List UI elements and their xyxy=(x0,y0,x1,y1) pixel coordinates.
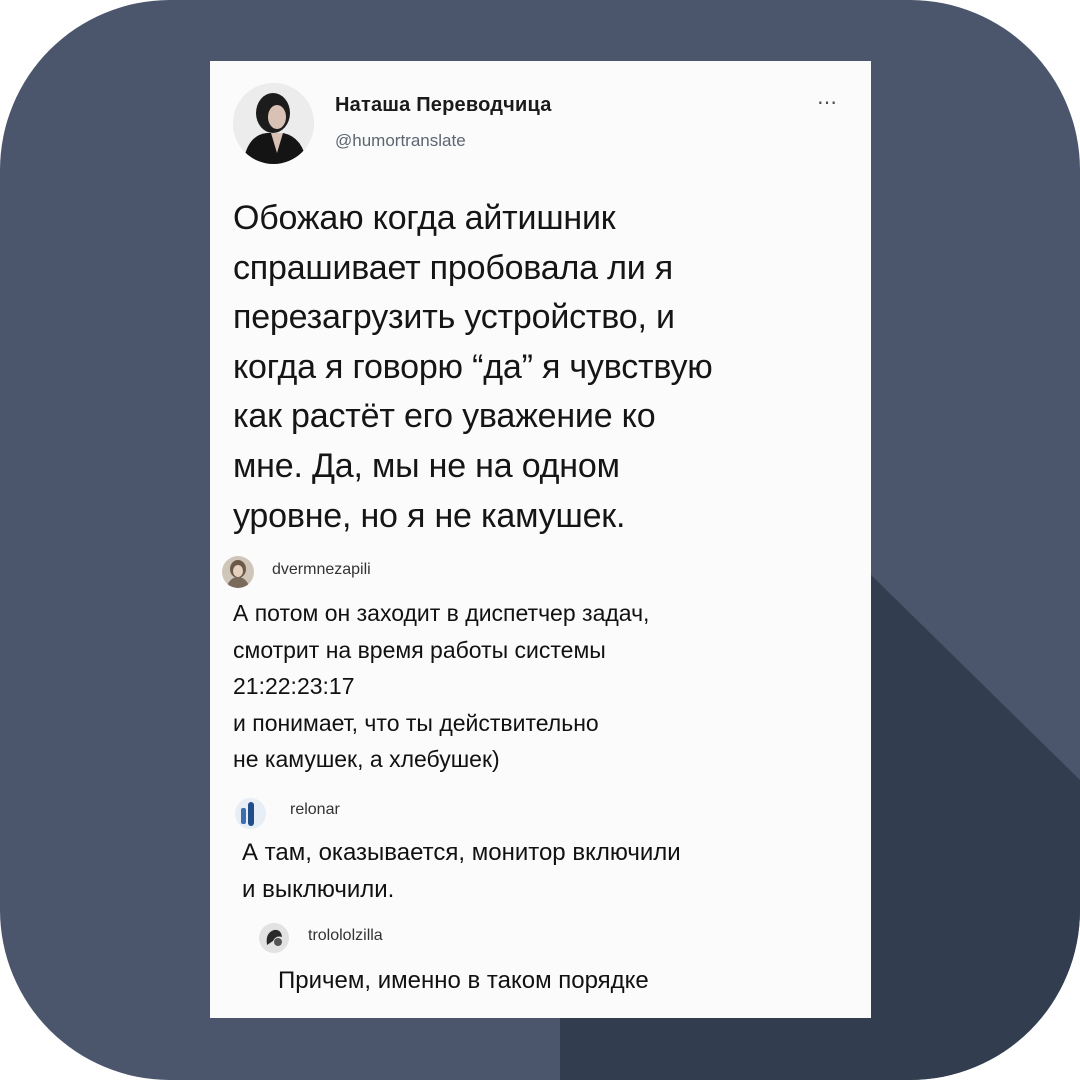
author-avatar[interactable] xyxy=(233,83,314,164)
tweet-text: Обожаю когда айтишник спрашивает пробова… xyxy=(233,199,713,535)
more-options-icon[interactable]: ⋯ xyxy=(817,93,838,113)
comment-text: А там, оказывается, монитор включили и в… xyxy=(242,839,681,903)
comment-text: Причем, именно в таком порядке xyxy=(278,967,649,994)
user-avatar-icon xyxy=(259,923,289,953)
comment-username[interactable]: trolololzilla xyxy=(308,927,383,945)
user-avatar-icon xyxy=(235,798,266,829)
tweet-card: Наташа Переводчица @humortranslate ⋯ Обо… xyxy=(210,61,871,1018)
comment-avatar-dvermnezapili[interactable] xyxy=(222,556,254,588)
author-name[interactable]: Наташа Переводчица xyxy=(335,94,552,117)
author-avatar-image xyxy=(233,83,314,164)
comment-avatar-trolololzilla[interactable] xyxy=(259,923,289,953)
comment-username[interactable]: dvermnezapili xyxy=(272,561,371,579)
author-handle[interactable]: @humortranslate xyxy=(335,131,466,151)
rounded-frame: Наташа Переводчица @humortranslate ⋯ Обо… xyxy=(0,0,1080,1080)
comment-avatar-relonar[interactable] xyxy=(235,798,266,829)
comment-username[interactable]: relonar xyxy=(290,801,340,819)
comment-text: А потом он заходит в диспетчер задач, см… xyxy=(233,600,650,773)
user-avatar-icon xyxy=(222,556,254,588)
